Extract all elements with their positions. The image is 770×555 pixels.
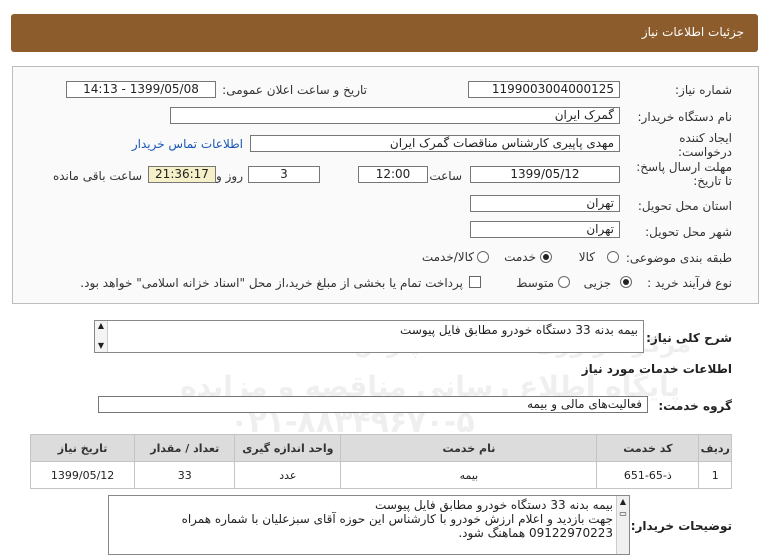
service-group-field: فعالیت‌های مالی و بیمه — [98, 396, 648, 413]
buyer-notes-textarea[interactable]: ▲ ▭ بیمه بدنه 33 دستگاه خودرو مطابق فایل … — [108, 495, 630, 555]
column-header-need-date: تاریخ نیاز — [29, 434, 136, 462]
summary-label: شرح کلی نیاز: — [646, 331, 732, 345]
buyer-notes-scrollbar[interactable]: ▲ ▭ — [616, 496, 629, 554]
cell-quantity: 33 — [134, 461, 236, 489]
days-label: روز و — [216, 169, 243, 183]
province-field: تهران — [470, 195, 620, 212]
cell-row-number: 1 — [698, 461, 732, 489]
cell-service-code: ذ-65-651 — [596, 461, 700, 489]
page-header: جزئیات اطلاعات نیاز — [11, 14, 758, 52]
services-section-title: اطلاعات خدمات مورد نیاز — [581, 362, 732, 376]
column-header-service-name: نام خدمت — [340, 434, 598, 462]
category-radio-goods-service[interactable] — [477, 251, 489, 263]
deadline-label: مهلت ارسال پاسخ: — [636, 160, 732, 174]
table-header-row: ردیف کد خدمت نام خدمت واحد اندازه گیری ت… — [29, 434, 732, 462]
process-radio-minor[interactable] — [620, 276, 632, 288]
summary-scrollbar[interactable]: ▲ ▼ — [95, 321, 108, 352]
need-number-field: 1199003004000125 — [468, 81, 620, 98]
buyer-notes-label: توضیحات خریدار: — [630, 519, 732, 533]
cell-unit: عدد — [234, 461, 342, 489]
contact-info-link[interactable]: اطلاعات تماس خریدار — [132, 137, 243, 151]
summary-textarea[interactable]: ▲ ▼ بیمه بدنه 33 دستگاه خودرو مطابق فایل … — [94, 320, 644, 353]
treasury-payment-checkbox[interactable] — [469, 276, 481, 288]
deadline-label-2: تا تاریخ: — [693, 174, 732, 188]
buyer-notes-line: جهت بازدید و اعلام ارزش خودرو با کارشناس… — [181, 512, 613, 526]
announce-field: 1399/05/08 - 14:13 — [66, 81, 216, 98]
creator-label: ایجاد کننده — [679, 131, 732, 145]
category-option-goods-service: کالا/خدمت — [421, 250, 474, 264]
process-label: نوع فرآیند خرید : — [647, 276, 732, 290]
need-number-label: شماره نیاز: — [675, 83, 732, 97]
category-label: طبقه بندی موضوعی: — [625, 251, 732, 265]
category-radio-service[interactable] — [540, 251, 552, 263]
city-label: شهر محل تحویل: — [645, 225, 732, 239]
category-option-service: خدمت — [504, 250, 536, 264]
deadline-time-field: 12:00 — [358, 166, 428, 183]
table-row: 1 ذ-65-651 بیمه عدد 33 1399/05/12 — [29, 461, 732, 489]
announce-label: تاریخ و ساعت اعلان عمومی: — [222, 83, 367, 97]
buyer-org-field: گمرک ایران — [170, 107, 620, 124]
province-label: استان محل تحویل: — [637, 199, 732, 213]
column-header-row-number: ردیف — [698, 434, 732, 462]
column-header-unit: واحد اندازه گیری — [234, 434, 342, 462]
buyer-org-label: نام دستگاه خریدار: — [637, 110, 733, 124]
creator-label-2: درخواست: — [678, 145, 732, 159]
deadline-date-field: 1399/05/12 — [470, 166, 620, 183]
remaining-label: ساعت باقی مانده — [52, 169, 142, 183]
category-option-goods: کالا — [578, 250, 595, 264]
process-option-medium: متوسط — [516, 276, 554, 290]
process-radio-medium[interactable] — [558, 276, 570, 288]
creator-field: مهدی پاپیری کارشناس مناقصات گمرک ایران — [250, 135, 620, 152]
service-group-label: گروه خدمت: — [658, 399, 732, 413]
buyer-notes-line: 09122970223 هماهنگ شود. — [458, 526, 613, 540]
cell-need-date: 1399/05/12 — [29, 461, 136, 489]
column-header-quantity: تعداد / مقدار — [134, 434, 236, 462]
buyer-notes-text: بیمه بدنه 33 دستگاه خودرو مطابق فایل پیو… — [113, 498, 613, 540]
info-panel — [12, 66, 759, 304]
services-table: ردیف کد خدمت نام خدمت واحد اندازه گیری ت… — [29, 434, 732, 489]
column-header-service-code: کد خدمت — [596, 434, 700, 462]
time-label: ساعت — [429, 169, 462, 183]
city-field: تهران — [470, 221, 620, 238]
process-option-minor: جزیی — [583, 276, 611, 290]
buyer-notes-line: بیمه بدنه 33 دستگاه خودرو مطابق فایل پیو… — [375, 498, 613, 512]
page-title: جزئیات اطلاعات نیاز — [641, 25, 744, 39]
cell-service-name: بیمه — [340, 461, 598, 489]
summary-text: بیمه بدنه 33 دستگاه خودرو مطابق فایل پیو… — [400, 323, 638, 337]
category-radio-goods[interactable] — [607, 251, 619, 263]
days-field: 3 — [248, 166, 320, 183]
remaining-time-field: 21:36:17 — [148, 166, 216, 183]
payment-note: پرداخت تمام یا بخشی از مبلغ خرید،از محل … — [80, 276, 463, 290]
